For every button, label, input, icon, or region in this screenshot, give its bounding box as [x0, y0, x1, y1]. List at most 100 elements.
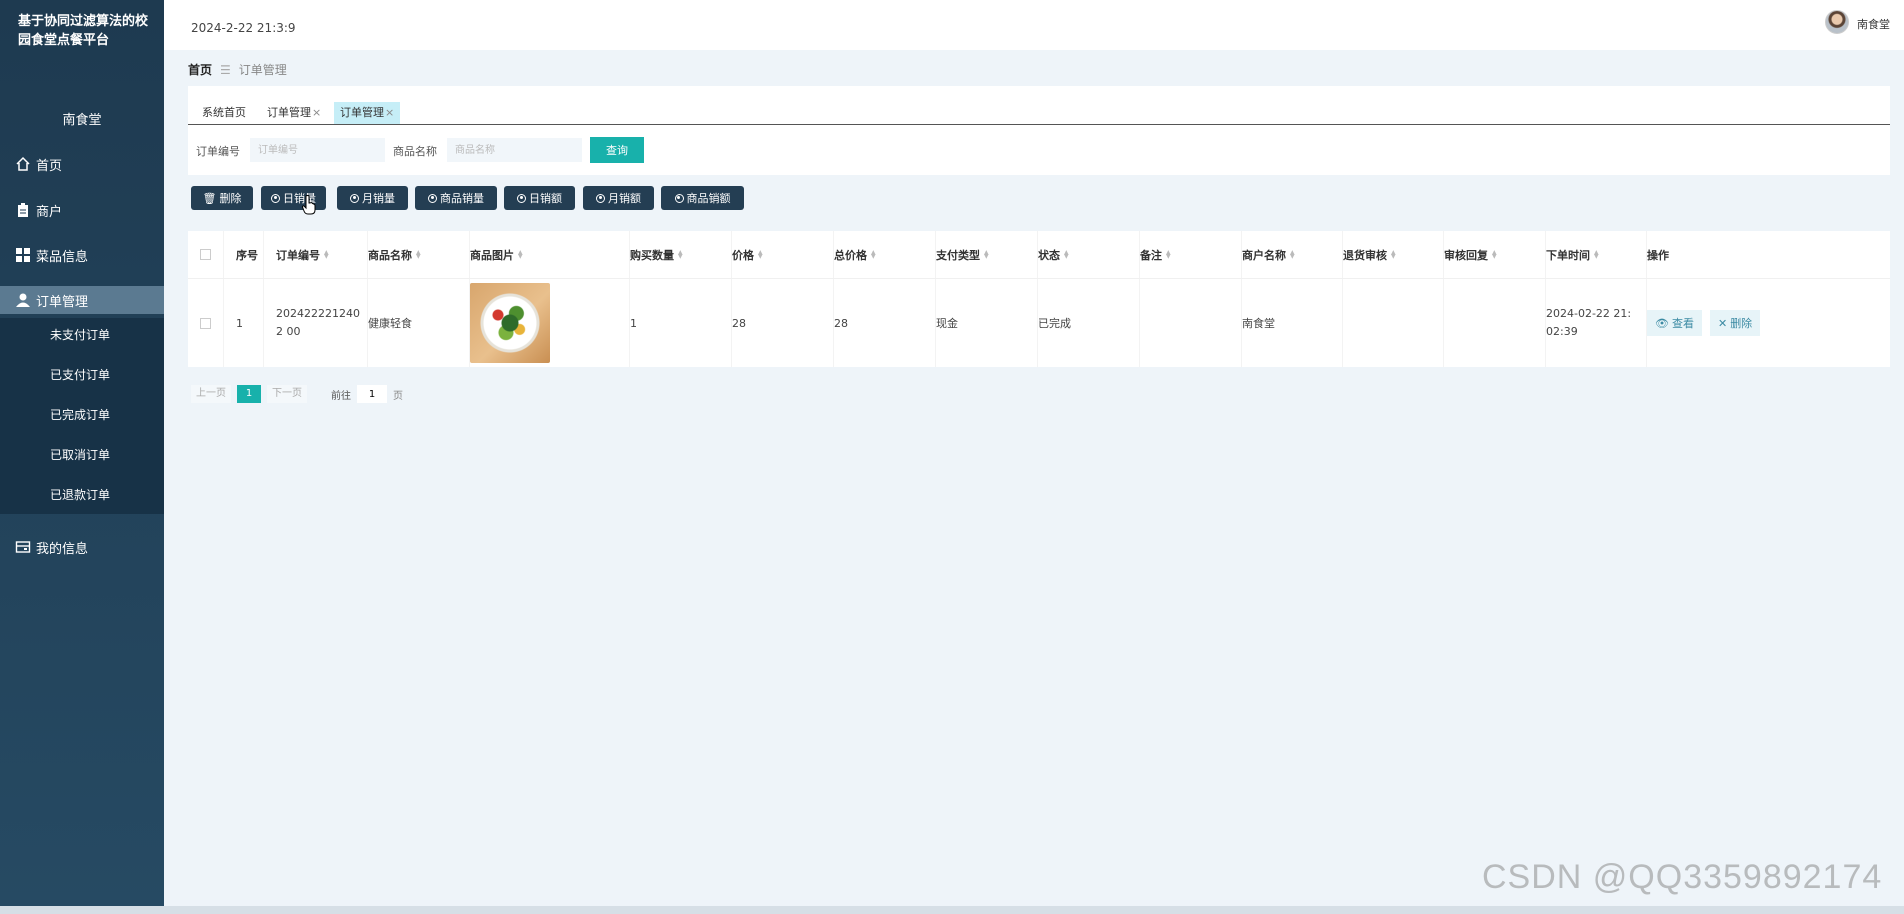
sidebar-item-merchant[interactable]: 商户: [0, 196, 164, 224]
breadcrumb-home[interactable]: 首页: [188, 61, 212, 78]
sidebar-item-dishes[interactable]: 菜品信息: [0, 241, 164, 269]
submenu-completed-orders[interactable]: 已完成订单: [50, 406, 110, 423]
sort-icon[interactable]: ▲ ▼: [1594, 249, 1599, 259]
header-quantity[interactable]: 购买数量 ▲ ▼: [630, 231, 732, 278]
cell-merchant: 南食堂: [1242, 279, 1343, 367]
header-label: 序号: [236, 248, 258, 262]
chart-icon: [674, 193, 684, 203]
header-price[interactable]: 价格 ▲ ▼: [732, 231, 834, 278]
close-icon[interactable]: ×: [312, 106, 321, 119]
next-page-button[interactable]: 下一页: [267, 385, 307, 403]
page-number-button[interactable]: 1: [237, 385, 261, 403]
cell-price: 28: [732, 279, 834, 367]
sort-icon[interactable]: ▲ ▼: [1391, 249, 1396, 259]
sort-icon[interactable]: ▲ ▼: [1166, 249, 1171, 259]
orders-submenu: 未支付订单 已支付订单 已完成订单 已取消订单 已退款订单: [0, 318, 164, 514]
submenu-cancelled-orders[interactable]: 已取消订单: [50, 446, 110, 463]
cell-pay-type: 现金: [936, 279, 1038, 367]
sort-icon[interactable]: ▲ ▼: [324, 249, 329, 259]
sidebar-item-orders[interactable]: 订单管理: [0, 286, 164, 314]
monthly-revenue-button[interactable]: 月销额: [583, 186, 654, 210]
delete-button[interactable]: 🗑 删除: [191, 186, 253, 210]
avatar[interactable]: [1825, 10, 1849, 34]
header-product-image[interactable]: 商品图片 ▲ ▼: [470, 231, 630, 278]
header-total[interactable]: 总价格 ▲ ▼: [834, 231, 936, 278]
header-label: 操作: [1647, 248, 1669, 262]
eye-icon: 👁: [1655, 316, 1669, 330]
product-image[interactable]: [470, 283, 550, 363]
tab-system-home[interactable]: 系统首页: [196, 102, 252, 124]
submenu-refunded-orders[interactable]: 已退款订单: [50, 486, 110, 503]
product-name-input[interactable]: [447, 138, 582, 162]
header-pay-type[interactable]: 支付类型 ▲ ▼: [936, 231, 1038, 278]
button-label: 月销额: [608, 192, 641, 205]
breadcrumb: 首页 ☰ 订单管理: [188, 61, 287, 78]
sort-icon[interactable]: ▲ ▼: [871, 249, 876, 259]
goto-page-input[interactable]: [357, 385, 387, 403]
pagination: 上一页 1 下一页 前往 页: [191, 385, 403, 403]
chart-icon: [428, 193, 437, 203]
product-revenue-button[interactable]: 商品销额: [661, 186, 744, 210]
tab-label: 订单管理: [267, 106, 311, 119]
tab-orders-active[interactable]: 订单管理×: [334, 102, 401, 124]
sidebar-item-my-info[interactable]: 我的信息: [0, 533, 164, 561]
header-product-name[interactable]: 商品名称 ▲ ▼: [368, 231, 470, 278]
cell-total: 28: [834, 279, 936, 367]
sidebar-item-label: 首页: [36, 158, 63, 174]
daily-revenue-button[interactable]: 日销额: [504, 186, 575, 210]
button-label: 日销额: [529, 192, 562, 205]
daily-sales-button[interactable]: 日销量: [261, 186, 326, 210]
header-return-audit[interactable]: 退货审核 ▲ ▼: [1343, 231, 1444, 278]
header-label: 订单编号: [276, 248, 320, 262]
hand-cursor-icon: [302, 195, 316, 215]
sort-icon[interactable]: ▲ ▼: [758, 249, 763, 259]
header-order-time[interactable]: 下单时间 ▲ ▼: [1546, 231, 1647, 278]
breadcrumb-current: 订单管理: [238, 63, 287, 77]
chart-icon: [517, 193, 526, 203]
product-sales-button[interactable]: 商品销量: [415, 186, 497, 210]
close-icon[interactable]: ×: [385, 106, 394, 119]
submenu-unpaid-orders[interactable]: 未支付订单: [50, 326, 110, 343]
header-remark[interactable]: 备注 ▲ ▼: [1140, 231, 1242, 278]
row-checkbox[interactable]: [200, 317, 211, 329]
sort-icon[interactable]: ▲ ▼: [984, 249, 989, 259]
button-label: 商品销量: [440, 192, 484, 205]
clipboard-icon: [14, 201, 32, 219]
topbar-user-name[interactable]: 南食堂: [1857, 16, 1890, 32]
prev-page-button[interactable]: 上一页: [191, 385, 231, 403]
cell-order-time: 2024-02-22 21: 02:39: [1546, 279, 1647, 367]
order-no-input[interactable]: [250, 138, 385, 162]
sort-icon[interactable]: ▲ ▼: [1290, 249, 1295, 259]
sort-icon[interactable]: ▲ ▼: [678, 249, 683, 259]
select-all-checkbox[interactable]: [200, 249, 211, 260]
header-label: 状态: [1038, 248, 1060, 262]
sort-icon[interactable]: ▲ ▼: [1492, 249, 1497, 259]
sidebar-item-home[interactable]: 首页: [0, 150, 164, 178]
header-label: 购买数量: [630, 248, 674, 262]
cell-index: 1: [224, 279, 264, 367]
button-label: 商品销额: [686, 192, 731, 205]
card-icon: [14, 538, 32, 556]
header-label: 总价格: [834, 248, 867, 262]
sort-icon[interactable]: ▲ ▼: [518, 249, 523, 259]
header-status[interactable]: 状态 ▲ ▼: [1038, 231, 1140, 278]
select-all-cell: [188, 231, 224, 278]
monthly-sales-button[interactable]: 月销量: [337, 186, 408, 210]
sort-icon[interactable]: ▲ ▼: [1064, 249, 1069, 259]
search-row: 订单编号 商品名称 查询: [188, 136, 1890, 163]
submenu-paid-orders[interactable]: 已支付订单: [50, 366, 110, 383]
sidebar: 基于协同过滤算法的校园食堂点餐平台 南食堂 首页 商户 菜品信息 订单管理 未支…: [0, 0, 164, 906]
user-icon: [14, 291, 32, 309]
row-delete-button[interactable]: ✕ 删除: [1709, 310, 1761, 336]
product-name-label: 商品名称: [393, 145, 437, 158]
header-merchant[interactable]: 商户名称 ▲ ▼: [1242, 231, 1343, 278]
query-button[interactable]: 查询: [590, 137, 644, 163]
filter-card: 系统首页 订单管理× 订单管理× 订单编号 商品名称 查询: [188, 86, 1890, 175]
home-icon: [14, 155, 32, 173]
header-audit-reply[interactable]: 审核回复 ▲ ▼: [1444, 231, 1546, 278]
header-order-no[interactable]: 订单编号 ▲ ▼: [264, 231, 368, 278]
tab-orders[interactable]: 订单管理×: [261, 102, 327, 124]
sort-icon[interactable]: ▲ ▼: [416, 249, 421, 259]
chart-icon: [271, 193, 280, 203]
view-button[interactable]: 👁 查看: [1647, 310, 1702, 336]
